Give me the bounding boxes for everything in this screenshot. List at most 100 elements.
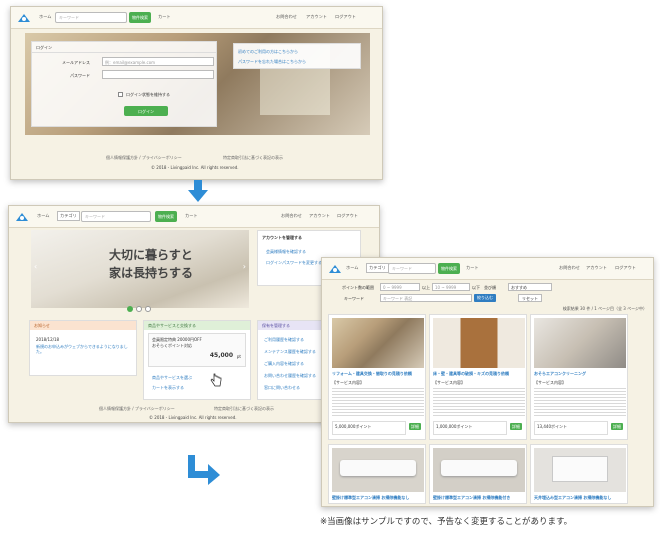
hero-text-1: 大切に暮らすと xyxy=(109,248,193,262)
search-button[interactable]: 物件検索 xyxy=(438,263,460,274)
nav-account[interactable]: アカウント xyxy=(586,265,607,271)
dot-active[interactable] xyxy=(127,306,133,312)
service-unit: pt xyxy=(236,354,241,359)
nav-logout[interactable]: ログアウト xyxy=(615,265,636,271)
dot[interactable] xyxy=(136,306,142,312)
result-count: 検索結果 30 件 / 1 ページ目（全 3 ページ中） xyxy=(562,306,647,311)
search-input[interactable]: キーワード xyxy=(81,211,151,222)
account-link-2[interactable]: ログインパスワードを変更する xyxy=(266,260,322,265)
login-form: ログイン メールアドレス 例：email@example.com パスワード ロ… xyxy=(31,41,217,127)
nav-cart[interactable]: カート xyxy=(466,265,479,271)
footer-links-2[interactable]: 特定商取引法に基づく表記の表示 xyxy=(223,155,283,160)
product-card-1[interactable]: リフォーム・建具交換・間取りの見積り依頼 【サービス内容】 5,000,000ポ… xyxy=(328,314,426,440)
nav-logout[interactable]: ログアウト xyxy=(337,213,358,219)
view-cart-link[interactable]: カートを表示する xyxy=(152,385,184,390)
product-image xyxy=(534,318,626,368)
keyword-input[interactable]: キーワード 表記 xyxy=(380,294,472,302)
product-card-4[interactable]: 壁掛け標準型エアコン清掃 お掃除機能なし xyxy=(328,444,426,504)
hero-text-2: 家は長持ちする xyxy=(109,266,194,280)
reset-button[interactable]: リセット xyxy=(518,294,542,302)
nav-cart[interactable]: カート xyxy=(185,213,198,219)
login-heading: ログイン xyxy=(36,45,52,50)
sort-select[interactable]: おすすめ xyxy=(508,283,552,291)
carousel-next-icon[interactable]: › xyxy=(243,262,246,271)
footer-links[interactable]: 個人情報保護方針 / プライバシーポリシー xyxy=(99,406,175,411)
product-image xyxy=(332,318,424,368)
service-title: 商品やサービスと交換する xyxy=(144,321,250,330)
search-button[interactable]: 物件検索 xyxy=(155,211,177,222)
choose-service-link[interactable]: 商品やサービスを選ぶ xyxy=(152,375,192,380)
nav-logout[interactable]: ログアウト xyxy=(335,14,356,20)
product-title[interactable]: 壁掛け標準型エアコン清掃 お掃除機能付き xyxy=(433,495,510,500)
product-image xyxy=(433,448,525,492)
product-card-6[interactable]: 天井埋込み型エアコン清掃 お掃除機能なし xyxy=(530,444,628,504)
nav-cart[interactable]: カート xyxy=(158,14,171,20)
product-detail-button[interactable]: 詳細 xyxy=(510,423,522,431)
service-card: 商品やサービスと交換する 会員限定特典 20000円OFF おそらくポイント対応… xyxy=(143,320,251,400)
nav-home[interactable]: ホーム xyxy=(37,213,49,219)
first-time-link[interactable]: 初めてのご利用の方はこちらから xyxy=(238,49,298,54)
points-to-input[interactable]: 10 ~ 9999 xyxy=(432,283,470,291)
nav-contact[interactable]: お問合わせ xyxy=(281,213,302,219)
aircon-shape xyxy=(340,460,416,476)
header: ホーム カテゴリ キーワード 物件検索 カート お問合わせ アカウント ログアウ… xyxy=(322,258,653,280)
copyright: © 2018 - Livingpaid Inc. All rights rese… xyxy=(149,415,237,420)
account-panel-title: アカウントを管理する xyxy=(262,235,302,240)
logo-icon xyxy=(329,265,341,273)
product-points: 5,000,000ポイント xyxy=(332,421,406,435)
screen-products: ホーム カテゴリ キーワード 物件検索 カート お問合わせ アカウント ログアウ… xyxy=(321,257,654,507)
forgot-password-link[interactable]: パスワードを忘れた場合はこちらから xyxy=(238,59,306,64)
product-title[interactable]: 天井埋込み型エアコン清掃 お掃除機能なし xyxy=(534,495,611,500)
guide-link-2[interactable]: メンテナンス履歴を確認する xyxy=(264,349,316,354)
nav-contact[interactable]: お問合わせ xyxy=(276,14,297,20)
copyright: © 2018 - Livingpaid Inc. All rights rese… xyxy=(151,165,239,170)
keyword-label: キーワード xyxy=(344,296,364,301)
product-title[interactable]: 壁掛け標準型エアコン清掃 お掃除機能なし xyxy=(332,495,409,500)
remember-checkbox[interactable] xyxy=(118,92,123,97)
email-field[interactable]: 例：email@example.com xyxy=(102,57,214,66)
footer-links-2[interactable]: 特定商取引法に基づく表記の表示 xyxy=(214,406,274,411)
points-from-input[interactable]: 0 ~ 9999 xyxy=(380,283,420,291)
nav-account[interactable]: アカウント xyxy=(306,14,327,20)
product-card-3[interactable]: おそらエアコンクリーニング 【サービス内容】 13,440ポイント 詳細 xyxy=(530,314,628,440)
product-detail-button[interactable]: 詳細 xyxy=(409,423,421,431)
product-detail-button[interactable]: 詳細 xyxy=(611,423,623,431)
search-input[interactable]: キーワード xyxy=(388,263,436,274)
search-input[interactable]: キーワード xyxy=(55,12,127,23)
carousel-dots[interactable] xyxy=(127,306,167,314)
product-card-5[interactable]: 壁掛け標準型エアコン清掃 お掃除機能付き xyxy=(429,444,527,504)
divider xyxy=(32,52,216,53)
account-link-1[interactable]: 会員様情報を確認する xyxy=(266,249,306,254)
search-button[interactable]: 物件検索 xyxy=(129,12,151,23)
logo-icon xyxy=(18,14,30,22)
product-card-2[interactable]: 床・壁・建具等の破損・キズの見積り依頼 【サービス内容】 1,000,000ポイ… xyxy=(429,314,527,440)
corner-arrow-icon xyxy=(188,455,220,485)
product-title[interactable]: おそらエアコンクリーニング xyxy=(534,371,586,376)
product-title[interactable]: リフォーム・建具交換・間取りの見積り依頼 xyxy=(332,371,412,376)
password-field[interactable] xyxy=(102,70,214,79)
nav-home[interactable]: ホーム xyxy=(39,14,51,20)
product-subtitle: 【サービス内容】 xyxy=(433,380,465,385)
nav-home[interactable]: ホーム xyxy=(346,265,358,271)
filter-button[interactable]: 絞り込む xyxy=(474,294,496,302)
carousel-prev-icon[interactable]: ‹ xyxy=(34,262,37,271)
guide-link-4[interactable]: お問い合わせ履歴を確認する xyxy=(264,373,316,378)
product-description xyxy=(534,386,626,416)
header: ホーム キーワード 物件検索 カート お問合わせ アカウント ログアウト xyxy=(11,7,382,29)
notice-text[interactable]: 新規のお申込みがウェブからできるようになりました。 xyxy=(36,344,134,354)
header: ホーム カテゴリ キーワード 物件検索 カート お問合わせ アカウント ログアウ… xyxy=(9,206,379,228)
product-description xyxy=(433,386,525,416)
product-title[interactable]: 床・壁・建具等の破損・キズの見積り依頼 xyxy=(433,371,509,376)
login-button[interactable]: ログイン xyxy=(124,106,168,116)
guide-link-3[interactable]: ご購入内容を確認する xyxy=(264,361,304,366)
category-select[interactable]: カテゴリ xyxy=(57,211,80,221)
guide-link-1[interactable]: ご利用履歴を確認する xyxy=(264,337,304,342)
dot[interactable] xyxy=(145,306,151,312)
guide-link-5[interactable]: 窓口に問い合わせる xyxy=(264,385,300,390)
aircon-shape xyxy=(441,460,517,476)
nav-contact[interactable]: お問合わせ xyxy=(559,265,580,271)
category-select[interactable]: カテゴリ xyxy=(366,263,389,273)
nav-account[interactable]: アカウント xyxy=(309,213,330,219)
logo-icon xyxy=(16,213,28,221)
footer-links[interactable]: 個人情報保護方針 / プライバシーポリシー xyxy=(106,155,182,160)
